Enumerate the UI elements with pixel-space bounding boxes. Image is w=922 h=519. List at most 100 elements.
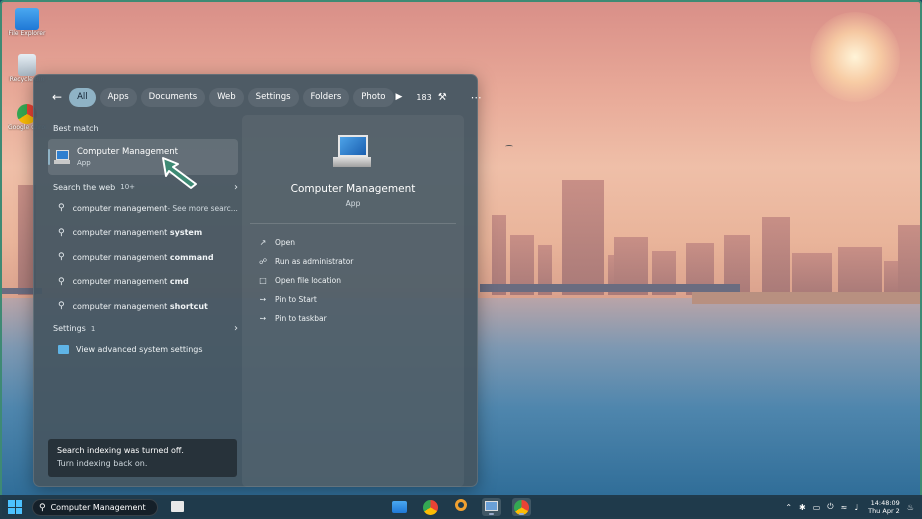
search-icon: ⚲ bbox=[58, 276, 65, 287]
rewards-points[interactable]: 183 bbox=[416, 93, 431, 102]
power-icon[interactable]: ⏻ bbox=[827, 502, 833, 512]
best-match-heading-label: Best match bbox=[53, 123, 99, 133]
windows-start-icon[interactable] bbox=[8, 500, 22, 514]
indexing-notice[interactable]: Search indexing was turned off. Turn ind… bbox=[48, 439, 237, 477]
web-suggestion-bold: cmd bbox=[169, 277, 189, 287]
bluetooth-icon[interactable]: ✱ bbox=[799, 503, 806, 512]
system-settings-icon bbox=[58, 345, 69, 354]
taskbar-search-box[interactable]: ⚲ Computer Management bbox=[32, 499, 158, 516]
search-icon: ⚲ bbox=[39, 502, 46, 513]
clock-date: Thu Apr 2 bbox=[868, 507, 900, 515]
wallpaper-shore bbox=[692, 292, 920, 304]
details-actions: ↗ Open ☍ Run as administrator □ Open fil… bbox=[258, 233, 353, 328]
pin-icon: ➙ bbox=[259, 314, 267, 323]
web-suggestion-bold: system bbox=[169, 228, 203, 238]
details-divider bbox=[250, 223, 456, 224]
action-open-file-location[interactable]: □ Open file location bbox=[258, 271, 353, 290]
wallpaper-building bbox=[762, 217, 790, 295]
pin-icon: ➙ bbox=[259, 295, 267, 304]
indexing-turn-on-link[interactable]: Turn indexing back on. bbox=[57, 459, 228, 468]
chevron-up-icon[interactable]: ⌃ bbox=[785, 503, 792, 512]
folder-icon bbox=[392, 501, 407, 513]
pointer-arrow-icon bbox=[162, 157, 197, 189]
wallpaper-building bbox=[838, 247, 882, 295]
taskbar-computer-management[interactable] bbox=[482, 498, 501, 516]
web-suggestion-item[interactable]: ⚲ computer management system bbox=[48, 221, 238, 246]
running-indicator bbox=[489, 513, 494, 515]
taskbar-search-app[interactable] bbox=[452, 498, 471, 516]
search-web-heading[interactable]: Search the web 10+ › bbox=[48, 178, 238, 196]
more-options-icon[interactable]: ⋯ bbox=[471, 91, 483, 104]
web-suggestion-text: computer management bbox=[72, 203, 168, 213]
notification-bell-icon[interactable]: ♨ bbox=[907, 503, 914, 512]
action-pin-to-taskbar[interactable]: ➙ Pin to taskbar bbox=[258, 309, 353, 328]
trophy-icon[interactable]: ⚒ bbox=[438, 92, 447, 103]
wifi-icon[interactable]: ≈ bbox=[841, 503, 848, 512]
chevron-right-icon: › bbox=[234, 181, 238, 193]
taskbar-clock[interactable]: 14:48:09 Thu Apr 2 bbox=[868, 499, 900, 515]
web-suggestion-item[interactable]: ⚲ computer management - See more searc..… bbox=[48, 196, 238, 221]
filter-all[interactable]: All bbox=[69, 87, 96, 107]
settings-result-item[interactable]: View advanced system settings bbox=[48, 338, 238, 362]
back-arrow-icon[interactable]: ← bbox=[52, 90, 62, 104]
results-list: Best match Computer Management App Searc… bbox=[48, 119, 238, 362]
folder-icon bbox=[15, 8, 39, 30]
search-icon: ⚲ bbox=[58, 252, 65, 263]
details-subtitle: App bbox=[345, 199, 361, 208]
web-suggestion-text: computer management bbox=[72, 301, 170, 311]
search-web-heading-label: Search the web bbox=[53, 182, 116, 192]
taskbar-file-explorer[interactable] bbox=[390, 498, 409, 516]
settings-result-label: View advanced system settings bbox=[76, 345, 203, 354]
settings-heading[interactable]: Settings 1 › bbox=[48, 320, 238, 338]
taskbar-chrome[interactable] bbox=[421, 498, 440, 516]
filter-photos[interactable]: Photo bbox=[353, 87, 394, 107]
web-suggestion-text: computer management bbox=[72, 228, 170, 238]
wallpaper-building bbox=[792, 253, 832, 295]
desktop-icon-file-explorer[interactable]: File Explorer bbox=[8, 8, 46, 37]
web-suggestion-item[interactable]: ⚲ computer management cmd bbox=[48, 270, 238, 295]
shield-icon: ☍ bbox=[258, 257, 268, 266]
best-match-result[interactable]: Computer Management App bbox=[48, 139, 238, 175]
taskbar-task-view[interactable] bbox=[168, 498, 187, 516]
details-title: Computer Management bbox=[290, 183, 416, 195]
web-suggestion-item[interactable]: ⚲ computer management shortcut bbox=[48, 294, 238, 319]
volume-icon[interactable]: ♩ bbox=[854, 503, 858, 512]
web-suggestion-hint: - See more searc... bbox=[167, 203, 238, 213]
chrome-icon bbox=[423, 500, 438, 515]
computer-management-icon bbox=[333, 135, 371, 169]
wallpaper-building bbox=[898, 225, 920, 295]
taskbar-chrome-alt[interactable] bbox=[512, 498, 531, 516]
chevron-right-icon: › bbox=[234, 323, 238, 334]
filter-folders[interactable]: Folders bbox=[302, 87, 350, 107]
action-run-as-admin[interactable]: ☍ Run as administrator bbox=[258, 252, 353, 271]
web-suggestion-bold: shortcut bbox=[169, 301, 208, 311]
search-icon: ⚲ bbox=[58, 227, 65, 238]
web-suggestion-item[interactable]: ⚲ computer management command bbox=[48, 245, 238, 270]
wallpaper-building bbox=[492, 215, 506, 295]
action-label: Open bbox=[275, 238, 296, 247]
action-label: Pin to Start bbox=[275, 295, 317, 304]
web-suggestion-text: computer management bbox=[72, 277, 170, 287]
filter-web[interactable]: Web bbox=[209, 87, 244, 107]
filter-bar: ← All Apps Documents Web Settings Folder… bbox=[34, 75, 482, 119]
filter-apps[interactable]: Apps bbox=[99, 87, 137, 107]
action-label: Open file location bbox=[275, 276, 341, 285]
system-tray: ⌃ ✱ ▭ ⏻ ≈ ♩ 14:48:09 Thu Apr 2 ♨ bbox=[778, 495, 914, 519]
details-pane: Computer Management App ↗ Open ☍ Run as … bbox=[242, 115, 464, 487]
network-icon[interactable]: ▭ bbox=[813, 503, 821, 512]
filter-documents[interactable]: Documents bbox=[140, 87, 206, 107]
filter-settings[interactable]: Settings bbox=[247, 87, 299, 107]
desktop-icon-label: File Explorer bbox=[8, 30, 46, 37]
wallpaper-pier bbox=[480, 284, 740, 292]
magnifier-icon bbox=[455, 499, 467, 511]
action-label: Run as administrator bbox=[275, 257, 354, 266]
computer-management-icon bbox=[54, 150, 70, 164]
settings-count: 1 bbox=[90, 324, 96, 333]
wallpaper-sun bbox=[810, 12, 900, 102]
computer-management-icon bbox=[485, 501, 498, 511]
play-icon[interactable]: ▶ bbox=[396, 92, 403, 102]
search-panel: ← All Apps Documents Web Settings Folder… bbox=[33, 74, 482, 487]
action-pin-to-start[interactable]: ➙ Pin to Start bbox=[258, 290, 353, 309]
web-suggestion-text: computer management bbox=[72, 252, 170, 262]
action-open[interactable]: ↗ Open bbox=[258, 233, 353, 252]
